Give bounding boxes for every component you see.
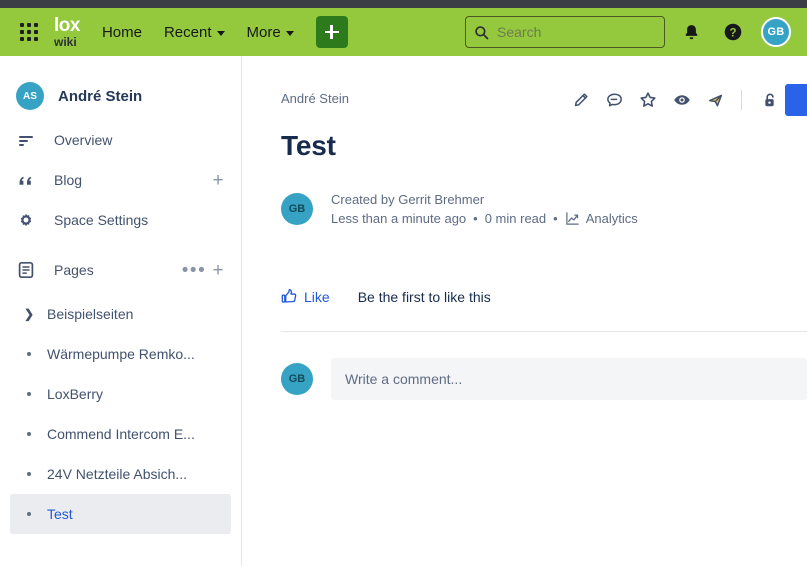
chevron-down-icon (216, 30, 225, 36)
meta-separator: • (553, 211, 558, 226)
unlock-restrictions-icon[interactable] (753, 84, 785, 116)
nav-item-home-label: Home (101, 23, 142, 41)
nav-item-more[interactable]: More (247, 24, 294, 41)
add-blog-post-button[interactable]: + (209, 171, 227, 190)
page-tree: ❯ Beispielseiten Wärmepumpe Remko... Lox… (0, 294, 241, 534)
breadcrumb[interactable]: André Stein (281, 91, 349, 106)
bell-icon[interactable] (675, 16, 707, 48)
sidebar-item-space-settings-label: Space Settings (54, 212, 149, 228)
edit-pencil-icon[interactable] (564, 84, 596, 116)
author-avatar[interactable]: GB (281, 193, 313, 225)
svg-text:?: ? (729, 27, 736, 39)
bullet-icon (21, 512, 37, 516)
page-tree-item-waermepumpe[interactable]: Wärmepumpe Remko... (10, 334, 231, 374)
question-circle-icon[interactable]: ? (717, 16, 749, 48)
gear-icon (16, 210, 40, 230)
author-name[interactable]: Gerrit Brehmer (398, 192, 484, 207)
analytics-label: Analytics (585, 211, 638, 226)
page-tree-item-label: LoxBerry (47, 386, 104, 402)
sidebar-item-blog-label: Blog (54, 172, 83, 188)
bullet-icon (21, 392, 37, 396)
page-tree-item-label: Beispielseiten (47, 306, 134, 322)
space-name: André Stein (58, 87, 143, 105)
meta-separator: • (473, 211, 478, 226)
search-input[interactable] (497, 24, 647, 40)
page-tree-item-label: 24V Netzteile Absich... (47, 466, 188, 482)
overview-lines-icon (16, 130, 40, 150)
create-button[interactable] (315, 16, 348, 48)
nav-item-more-label: More (246, 23, 281, 41)
comment-author-avatar[interactable]: GB (281, 363, 313, 395)
search-icon (475, 25, 489, 39)
app-window: lox wiki Home Recent More Search ? GB AS… (0, 0, 807, 566)
page-tree-item-label: Wärmepumpe Remko... (47, 346, 195, 362)
bullet-icon (21, 352, 37, 356)
add-page-button[interactable]: + (209, 261, 227, 280)
comment-composer: GB (281, 358, 807, 400)
page-tree-item-commend-intercom[interactable]: Commend Intercom E... (10, 414, 231, 454)
last-updated-time: Less than a minute ago (331, 211, 467, 226)
like-button-label: Like (304, 288, 330, 305)
page-tree-item-24v-netzteile[interactable]: 24V Netzteile Absich... (10, 454, 231, 494)
chevron-down-icon (285, 30, 294, 36)
analytics-chart-icon (565, 212, 579, 225)
nav-item-home[interactable]: Home (102, 24, 142, 41)
section-divider (281, 331, 807, 332)
toolbar-divider (741, 90, 742, 110)
logo-primary-text: lox (54, 15, 80, 36)
navbar-right-group: ? GB (465, 16, 791, 48)
sidebar-item-overview-label: Overview (54, 132, 113, 148)
page-title: Test (281, 130, 336, 161)
global-navigation-bar: lox wiki Home Recent More Search ? GB (0, 8, 807, 56)
thumbs-up-icon (281, 288, 297, 303)
sidebar-item-blog[interactable]: Blog + (0, 160, 241, 200)
like-section: Like Be the first to like this (281, 288, 807, 305)
created-by-prefix: Created by (331, 192, 395, 207)
search-box[interactable] (465, 16, 665, 48)
page-meta-line: Less than a minute ago • 0 min read • An… (331, 211, 638, 226)
page-action-toolbar (562, 84, 807, 116)
space-avatar: AS (16, 82, 44, 110)
page-tree-item-label: Commend Intercom E... (47, 426, 195, 442)
space-header[interactable]: AS André Stein (0, 56, 241, 110)
share-icon[interactable] (700, 84, 732, 116)
bullet-icon (21, 472, 37, 476)
page-tree-item-loxberry[interactable]: LoxBerry (10, 374, 231, 414)
logo-secondary-text: wiki (54, 35, 77, 49)
like-button[interactable]: Like (281, 288, 330, 305)
eye-watch-icon[interactable] (666, 84, 698, 116)
sidebar-item-pages[interactable]: Pages ••• + (0, 250, 241, 290)
logo[interactable]: lox wiki (54, 16, 80, 48)
chevron-right-icon[interactable]: ❯ (21, 307, 37, 321)
page-content-area: André Stein Test GB Created by Gerrit Br… (243, 56, 807, 566)
space-sidebar: AS André Stein Overview Blog + Space Set… (0, 56, 242, 566)
avatar[interactable]: GB (761, 17, 791, 47)
like-count-text: Be the first to like this (357, 288, 491, 305)
created-by-line: Created by Gerrit Brehmer (331, 192, 638, 207)
sidebar-item-pages-label: Pages (54, 262, 94, 278)
nav-item-recent[interactable]: Recent (164, 24, 225, 41)
star-icon[interactable] (632, 84, 664, 116)
browser-top-strip (0, 0, 807, 8)
read-time: 0 min read (484, 211, 547, 226)
page-tree-item-beispielseiten[interactable]: ❯ Beispielseiten (10, 294, 231, 334)
grid-apps-icon[interactable] (18, 21, 40, 43)
bullet-icon (21, 432, 37, 436)
comment-input[interactable] (331, 358, 807, 400)
comment-icon[interactable] (598, 84, 630, 116)
sidebar-item-space-settings[interactable]: Space Settings (0, 200, 241, 240)
analytics-link[interactable]: Analytics (565, 211, 638, 226)
quote-icon (16, 170, 40, 190)
pages-more-options-button[interactable]: ••• (182, 261, 205, 280)
page-tree-item-test[interactable]: Test (10, 494, 231, 534)
pages-document-icon (16, 260, 40, 280)
page-primary-action-button[interactable] (785, 84, 807, 116)
nav-item-recent-label: Recent (163, 23, 212, 41)
sidebar-item-overview[interactable]: Overview (0, 120, 241, 160)
page-tree-item-label: Test (47, 506, 73, 522)
page-byline: GB Created by Gerrit Brehmer Less than a… (281, 192, 807, 226)
